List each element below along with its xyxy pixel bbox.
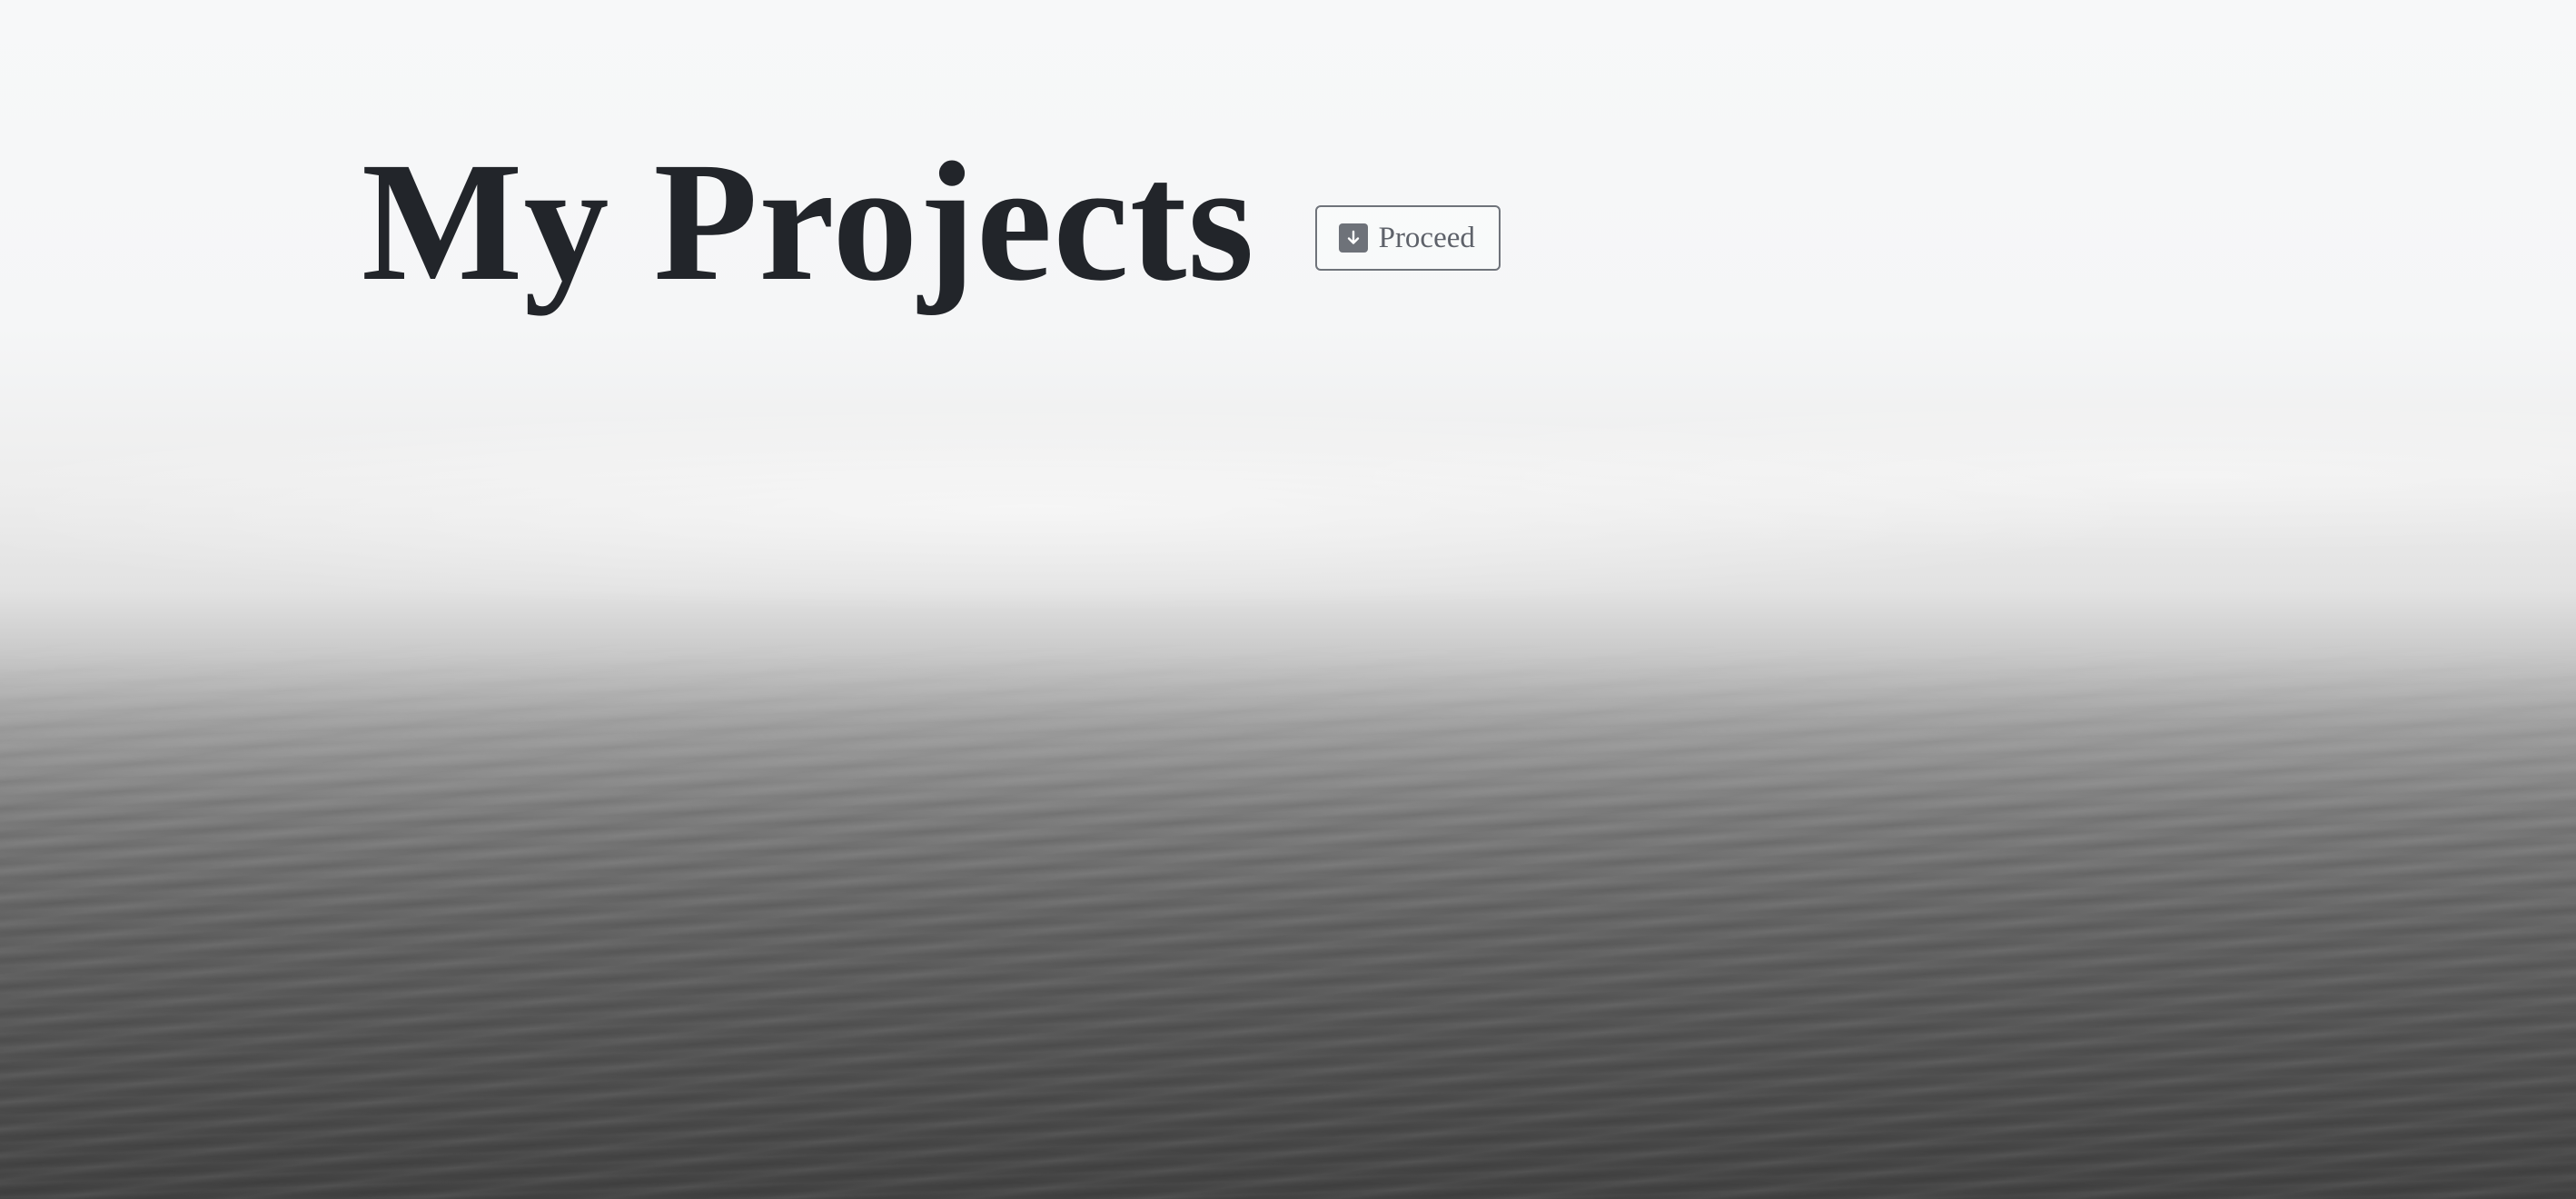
horizon-haze (0, 345, 2576, 672)
proceed-label: Proceed (1378, 221, 1475, 254)
arrow-down-icon (1338, 223, 1368, 253)
proceed-button[interactable]: Proceed (1314, 205, 1501, 271)
sea-waves (0, 636, 2576, 1199)
hero-section: My Projects Proceed (0, 0, 2576, 1199)
page-header: My Projects Proceed (362, 136, 1501, 307)
page-title: My Projects (362, 126, 1255, 316)
